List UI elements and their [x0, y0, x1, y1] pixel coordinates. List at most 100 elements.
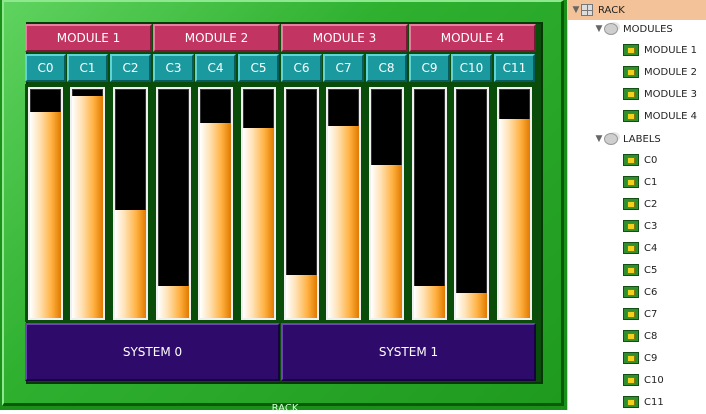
channel-label-c3[interactable]: C3 — [153, 54, 194, 82]
tree-item-module-1[interactable]: MODULE 1 — [623, 40, 697, 60]
tree-item-label-c6[interactable]: C6 — [623, 282, 657, 302]
level-meter-fill — [286, 274, 317, 318]
module-4[interactable]: MODULE 4 — [409, 24, 536, 52]
chip-icon — [623, 66, 639, 78]
tree-item-label-c9[interactable]: C9 — [623, 348, 657, 368]
channel-bar-c8[interactable] — [366, 84, 407, 322]
module-1[interactable]: MODULE 1 — [25, 24, 152, 52]
module-3[interactable]: MODULE 3 — [281, 24, 408, 52]
expand-arrow-icon[interactable]: ▼ — [594, 134, 604, 144]
level-meter-track — [412, 87, 447, 320]
chip-icon — [623, 330, 639, 342]
tree-item-label-c2[interactable]: C2 — [623, 194, 657, 214]
channel-label-c1[interactable]: C1 — [67, 54, 108, 82]
tree-item-label-c7[interactable]: C7 — [623, 304, 657, 324]
tree-item-label: C9 — [644, 352, 658, 364]
channel-bar-c2[interactable] — [110, 84, 151, 322]
tree-item-labels[interactable]: ▼ LABELS — [594, 129, 661, 149]
chip-icon — [623, 286, 639, 298]
tree-item-label: MODULE 2 — [644, 66, 697, 78]
tree-item-label-c1[interactable]: C1 — [623, 172, 657, 192]
channel-label-c11[interactable]: C11 — [494, 54, 535, 82]
level-meter-track — [28, 87, 63, 320]
tree-item-label-c8[interactable]: C8 — [623, 326, 657, 346]
chip-icon — [623, 352, 639, 364]
tree-item-label: LABELS — [623, 133, 661, 145]
channel-bar-c3[interactable] — [153, 84, 194, 322]
channel-bar-c7[interactable] — [323, 84, 364, 322]
channel-label-c2[interactable]: C2 — [110, 54, 151, 82]
tree-item-label: C6 — [644, 286, 658, 298]
tree-item-rack[interactable]: ▼ RACK — [568, 0, 706, 20]
channel-bar-c4[interactable] — [195, 84, 236, 322]
level-meter-fill — [414, 285, 445, 318]
tree-item-label-c0[interactable]: C0 — [623, 150, 657, 170]
channel-label-c5[interactable]: C5 — [238, 54, 279, 82]
channel-label-c8[interactable]: C8 — [366, 54, 407, 82]
tree-item-label: MODULE 3 — [644, 88, 697, 100]
chip-icon — [623, 198, 639, 210]
channel-bar-c11[interactable] — [494, 84, 535, 322]
tree-item-label: C3 — [644, 220, 658, 232]
channel-label-c9[interactable]: C9 — [409, 54, 450, 82]
expand-arrow-icon[interactable]: ▼ — [594, 24, 604, 34]
level-meter-track — [241, 87, 276, 320]
channel-bar-c0[interactable] — [25, 84, 66, 322]
channel-bar-c5[interactable] — [238, 84, 279, 322]
level-meter-fill — [72, 95, 103, 318]
channel-bar-c6[interactable] — [281, 84, 322, 322]
tree-item-label: C5 — [644, 264, 658, 276]
tree-item-label: C4 — [644, 242, 658, 254]
level-meter-track — [156, 87, 191, 320]
tree-item-label-c4[interactable]: C4 — [623, 238, 657, 258]
channel-bar-c1[interactable] — [67, 84, 108, 322]
tree-item-label: C0 — [644, 154, 658, 166]
level-meter-track — [70, 87, 105, 320]
tree-item-modules[interactable]: ▼ MODULES — [594, 19, 673, 39]
module-2[interactable]: MODULE 2 — [153, 24, 280, 52]
chip-icon — [623, 88, 639, 100]
tree-item-label: MODULE 1 — [644, 44, 697, 56]
channel-label-c10[interactable]: C10 — [451, 54, 492, 82]
level-meter-track — [454, 87, 489, 320]
tree-item-module-4[interactable]: MODULE 4 — [623, 106, 697, 126]
level-meter-fill — [499, 118, 530, 318]
tree-item-module-2[interactable]: MODULE 2 — [623, 62, 697, 82]
tree-item-label: MODULE 4 — [644, 110, 697, 122]
tree-item-label: C1 — [644, 176, 658, 188]
system-0[interactable]: SYSTEM 0 — [25, 323, 280, 381]
rack-grid-icon — [581, 4, 593, 16]
tree-item-label: RACK — [598, 4, 625, 16]
tree-item-label: C7 — [644, 308, 658, 320]
chip-icon — [623, 176, 639, 188]
channel-label-c6[interactable]: C6 — [281, 54, 322, 82]
tree-item-module-3[interactable]: MODULE 3 — [623, 84, 697, 104]
channel-bar-c10[interactable] — [451, 84, 492, 322]
chip-icon — [623, 308, 639, 320]
chip-icon — [623, 396, 639, 408]
level-meter-fill — [115, 210, 146, 318]
channel-label-c4[interactable]: C4 — [195, 54, 236, 82]
tree-item-label: C2 — [644, 198, 658, 210]
tree-item-label: C8 — [644, 330, 658, 342]
level-meter-fill — [328, 125, 359, 318]
system-1[interactable]: SYSTEM 1 — [281, 323, 536, 381]
channel-label-c7[interactable]: C7 — [323, 54, 364, 82]
level-meter-fill — [158, 285, 189, 318]
tree-item-label-c11[interactable]: C11 — [623, 392, 664, 412]
tree-item-label-c3[interactable]: C3 — [623, 216, 657, 236]
folder-icon — [604, 133, 618, 145]
rack-caption: RACK — [271, 403, 299, 414]
chip-icon — [623, 242, 639, 254]
level-meter-track — [326, 87, 361, 320]
channel-bar-c9[interactable] — [409, 84, 450, 322]
chip-icon — [623, 110, 639, 122]
tree-panel: ▼ RACK ▼ MODULES MODULE 1 MODULE 2 MODULE … — [567, 0, 706, 410]
tree-item-label: C11 — [644, 396, 664, 408]
tree-item-label-c10[interactable]: C10 — [623, 370, 664, 390]
channel-label-c0[interactable]: C0 — [25, 54, 66, 82]
tree-item-label-c5[interactable]: C5 — [623, 260, 657, 280]
level-meter-fill — [243, 127, 274, 318]
expand-arrow-icon[interactable]: ▼ — [571, 5, 581, 15]
level-meter-fill — [456, 292, 487, 318]
